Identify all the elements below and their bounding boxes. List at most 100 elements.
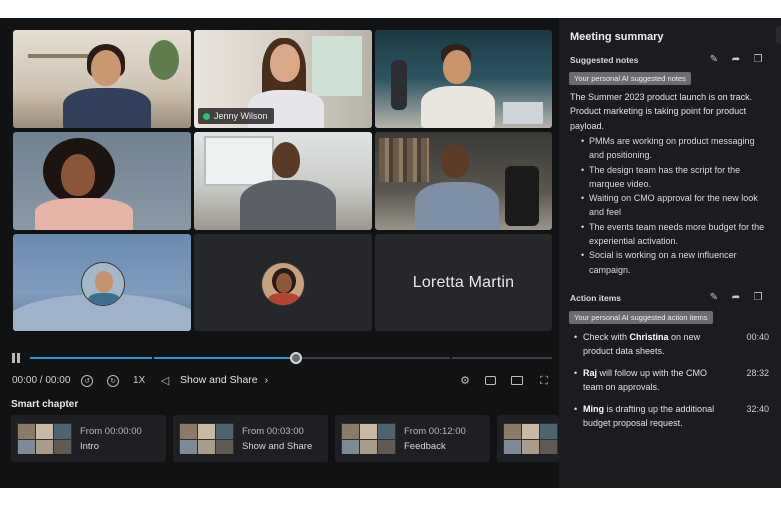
participant-face <box>441 144 469 178</box>
participant-face <box>272 142 300 178</box>
suggested-notes-heading: Suggested notes <box>570 55 639 65</box>
action-items-actions: ✎ ➦ ❐ <box>709 292 763 303</box>
summary-bullet-list: PMMs are working on product messaging an… <box>581 134 771 277</box>
video-tile-5[interactable] <box>194 132 372 230</box>
fullscreen-icon[interactable]: ⛶ <box>538 375 550 387</box>
action-item-text: Ming is drafting up the additional budge… <box>574 402 723 430</box>
list-item: Waiting on CMO approval for the new look… <box>581 191 771 220</box>
captions-icon[interactable] <box>485 376 496 385</box>
chapter-title: Intro <box>80 441 100 452</box>
current-chapter-label: Show and Share <box>180 374 258 386</box>
smart-chapter-heading: Smart chapter <box>11 399 79 410</box>
chevron-right-icon: › <box>264 374 269 386</box>
participant-name-tag: Jenny Wilson <box>198 108 274 124</box>
action-item-text-part: Check with <box>583 332 630 342</box>
edit-pencil-icon[interactable]: ✎ <box>709 292 719 303</box>
playback-scrubber-handle[interactable] <box>290 352 303 364</box>
playback-progress-fill <box>30 357 297 359</box>
playback-speed-button[interactable]: 1X <box>133 375 145 386</box>
chapter-start-time: From 00:12:00 <box>404 426 466 437</box>
current-chapter-link[interactable]: Show and Share › <box>180 374 268 386</box>
list-item: Social is working on a new influencer ca… <box>581 248 771 277</box>
fast-forward-icon[interactable]: ↻ <box>107 375 119 387</box>
participant-body <box>240 180 336 230</box>
assignee-name: Christina <box>629 332 669 342</box>
meeting-summary-panel: Meeting summary Suggested notes ✎ ➦ ❐ Yo… <box>559 18 781 488</box>
plant <box>149 40 179 80</box>
video-tile-8[interactable] <box>194 234 372 331</box>
summary-text: The Summer 2023 product launch is on tra… <box>570 92 753 131</box>
chapter-thumbnail <box>179 423 234 454</box>
audio-indicator-icon <box>203 113 210 120</box>
chapter-thumbnail <box>341 423 396 454</box>
window <box>204 136 274 186</box>
window <box>312 36 362 96</box>
chapter-marker <box>152 356 154 360</box>
video-tile-loretta-martin[interactable]: Loretta Martin <box>375 234 552 331</box>
participant-face <box>91 50 121 86</box>
action-item-text: Raj will follow up with the CMO team on … <box>574 366 723 394</box>
action-item-text: Check with Christina on new product data… <box>574 330 723 358</box>
ai-action-items-badge: Your personal AI suggested action items <box>569 311 713 324</box>
participant-body <box>421 86 495 128</box>
action-item-text-part: will follow up with the CMO team on appr… <box>583 368 708 392</box>
participant-face <box>443 50 471 84</box>
participant-face <box>270 44 300 82</box>
panel-collapse-handle[interactable] <box>776 26 781 44</box>
action-item-timestamp[interactable]: 28:32 <box>746 366 769 380</box>
chapter-start-time: From 00:00:00 <box>80 426 142 437</box>
assignee-name: Ming <box>583 404 604 414</box>
video-tile-7[interactable] <box>13 234 191 331</box>
video-tile-6[interactable] <box>375 132 552 230</box>
copy-icon[interactable]: ❐ <box>753 292 763 303</box>
action-item-timestamp[interactable]: 00:40 <box>746 330 769 344</box>
ai-notes-badge: Your personal AI suggested notes <box>569 72 691 85</box>
bookshelf <box>379 138 429 182</box>
participant-body <box>35 198 133 230</box>
chapter-card-show-and-share[interactable]: From 00:03:00 Show and Share <box>173 415 328 462</box>
action-item-timestamp[interactable]: 32:40 <box>746 402 769 416</box>
rewind-icon[interactable]: ↺ <box>81 375 93 387</box>
chapter-card-feedback[interactable]: From 00:12:00 Feedback <box>335 415 490 462</box>
chapter-title: Show and Share <box>242 441 313 452</box>
video-tile-1[interactable] <box>13 30 191 128</box>
copy-icon[interactable]: ❐ <box>753 54 763 65</box>
share-arrow-icon[interactable]: ➦ <box>731 292 741 303</box>
chapter-start-time: From 00:03:00 <box>242 426 304 437</box>
participant-name-placeholder: Loretta Martin <box>412 273 515 291</box>
chapter-card-next[interactable] <box>497 415 559 462</box>
picture-in-picture-icon[interactable] <box>511 376 523 385</box>
video-tile-jenny-wilson[interactable]: Jenny Wilson <box>194 30 372 128</box>
video-tile-4[interactable] <box>13 132 191 230</box>
participant-avatar <box>261 262 305 306</box>
chapter-thumbnail <box>17 423 72 454</box>
camera-tripod <box>505 166 539 226</box>
volume-icon[interactable]: ◁ <box>159 375 171 387</box>
video-tile-3[interactable] <box>375 30 552 128</box>
settings-gear-icon[interactable]: ⚙ <box>459 375 471 387</box>
chapter-title: Feedback <box>404 441 446 452</box>
participant-body <box>415 182 499 230</box>
edit-pencil-icon[interactable]: ✎ <box>709 54 719 65</box>
meeting-recording-app: Jenny Wilson Loretta Martin 00:00 / 00:0… <box>0 18 781 488</box>
assignee-name: Raj <box>583 368 598 378</box>
chapter-thumbnail <box>503 423 558 454</box>
chapter-card-intro[interactable]: From 00:00:00 Intro <box>11 415 166 462</box>
laptop <box>503 102 543 124</box>
playback-time: 00:00 / 00:00 <box>12 375 71 386</box>
share-arrow-icon[interactable]: ➦ <box>731 54 741 65</box>
list-item: The events team needs more budget for th… <box>581 220 771 249</box>
list-item: The design team has the script for the m… <box>581 163 771 192</box>
list-item: PMMs are working on product messaging an… <box>581 134 771 163</box>
action-items-heading: Action items <box>570 293 622 303</box>
participant-avatar <box>81 262 125 306</box>
shelf <box>28 54 88 58</box>
participant-body <box>63 88 151 128</box>
background-person <box>391 60 407 110</box>
participant-face <box>61 154 95 196</box>
pause-icon[interactable] <box>12 353 20 363</box>
participant-name: Jenny Wilson <box>214 111 268 121</box>
chapter-marker <box>450 356 452 360</box>
notes-actions: ✎ ➦ ❐ <box>709 54 763 65</box>
panel-title: Meeting summary <box>570 31 664 43</box>
